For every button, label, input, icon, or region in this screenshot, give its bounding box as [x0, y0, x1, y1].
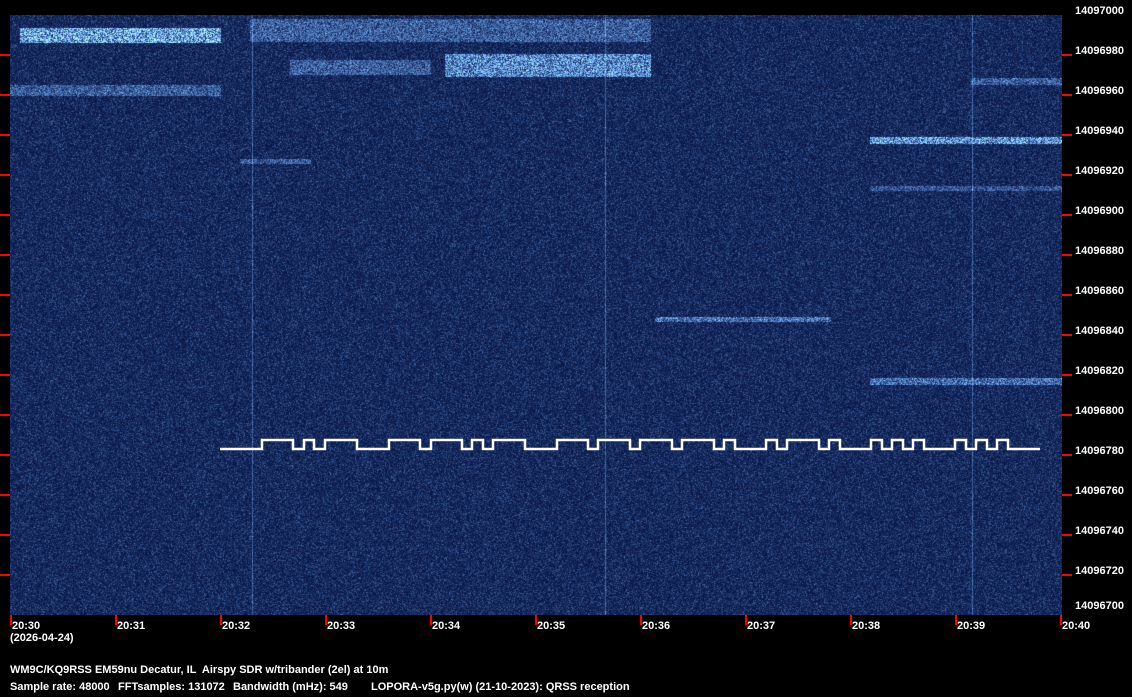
- freq-tick-label: 14096940: [1075, 125, 1124, 137]
- time-tick-label: 20:37: [747, 620, 775, 632]
- freq-tick-mark: [1062, 214, 1072, 216]
- freq-tick-mark: [1062, 254, 1072, 256]
- sample-rate: Sample rate: 48000: [10, 681, 110, 693]
- freq-tick-mark: [0, 134, 10, 136]
- software-info: LOPORA-v5g.py(w) (21-10-2023): QRSS rece…: [371, 681, 630, 693]
- time-tick-label: 20:36: [642, 620, 670, 632]
- freq-tick-mark: [0, 294, 10, 296]
- date-label: (2026-04-24): [10, 632, 74, 644]
- freq-tick-label: 14096740: [1075, 525, 1124, 537]
- time-tick-label: 20:34: [432, 620, 460, 632]
- freq-tick-mark: [0, 454, 10, 456]
- axes-overlay: [0, 0, 1132, 697]
- freq-tick-mark: [1062, 534, 1072, 536]
- freq-tick-mark: [0, 94, 10, 96]
- time-tick-label: 20:40: [1062, 620, 1090, 632]
- time-tick-label: 20:33: [327, 620, 355, 632]
- freq-tick-label: 14096900: [1075, 205, 1124, 217]
- freq-tick-mark: [1062, 454, 1072, 456]
- freq-tick-mark: [0, 214, 10, 216]
- time-tick-label: 20:39: [957, 620, 985, 632]
- freq-tick-mark: [1062, 294, 1072, 296]
- time-tick-label: 20:38: [852, 620, 880, 632]
- freq-tick-label: 14096920: [1075, 165, 1124, 177]
- freq-tick-label: 14096960: [1075, 85, 1124, 97]
- freq-tick-label: 14096700: [1075, 600, 1124, 612]
- freq-tick-mark: [0, 574, 10, 576]
- freq-tick-label: 14096980: [1075, 45, 1124, 57]
- time-tick-label: 20:31: [117, 620, 145, 632]
- freq-tick-mark: [1062, 134, 1072, 136]
- freq-tick-mark: [1062, 54, 1072, 56]
- freq-tick-label: 14096780: [1075, 445, 1124, 457]
- freq-tick-mark: [0, 174, 10, 176]
- freq-tick-mark: [0, 254, 10, 256]
- freq-tick-label: 14096880: [1075, 245, 1124, 257]
- time-tick-label: 20:35: [537, 620, 565, 632]
- freq-tick-label: 14096840: [1075, 325, 1124, 337]
- time-tick-label: 20:30: [12, 620, 40, 632]
- freq-tick-mark: [1062, 494, 1072, 496]
- freq-tick-mark: [1062, 94, 1072, 96]
- freq-tick-label: 14096860: [1075, 285, 1124, 297]
- freq-tick-mark: [0, 54, 10, 56]
- qrss-signal-trace: [220, 440, 1040, 449]
- freq-tick-mark: [0, 414, 10, 416]
- freq-tick-label: 14096720: [1075, 565, 1124, 577]
- fft-samples: FFTsamples: 131072: [118, 681, 225, 693]
- freq-tick-mark: [0, 334, 10, 336]
- station-info: WM9C/KQ9RSS EM59nu Decatur, IL Airspy SD…: [10, 664, 388, 676]
- time-tick-label: 20:32: [222, 620, 250, 632]
- freq-tick-label: 14096820: [1075, 365, 1124, 377]
- freq-tick-mark: [1062, 574, 1072, 576]
- freq-tick-mark: [1062, 334, 1072, 336]
- freq-tick-label: 14096800: [1075, 405, 1124, 417]
- bandwidth: Bandwidth (mHz): 549: [233, 681, 348, 693]
- freq-tick-mark: [0, 494, 10, 496]
- freq-tick-mark: [1062, 414, 1072, 416]
- freq-tick-label: 14096760: [1075, 485, 1124, 497]
- freq-tick-mark: [1062, 174, 1072, 176]
- freq-tick-label: 14097000: [1075, 5, 1124, 17]
- freq-tick-mark: [0, 374, 10, 376]
- freq-tick-mark: [1062, 374, 1072, 376]
- freq-tick-mark: [0, 534, 10, 536]
